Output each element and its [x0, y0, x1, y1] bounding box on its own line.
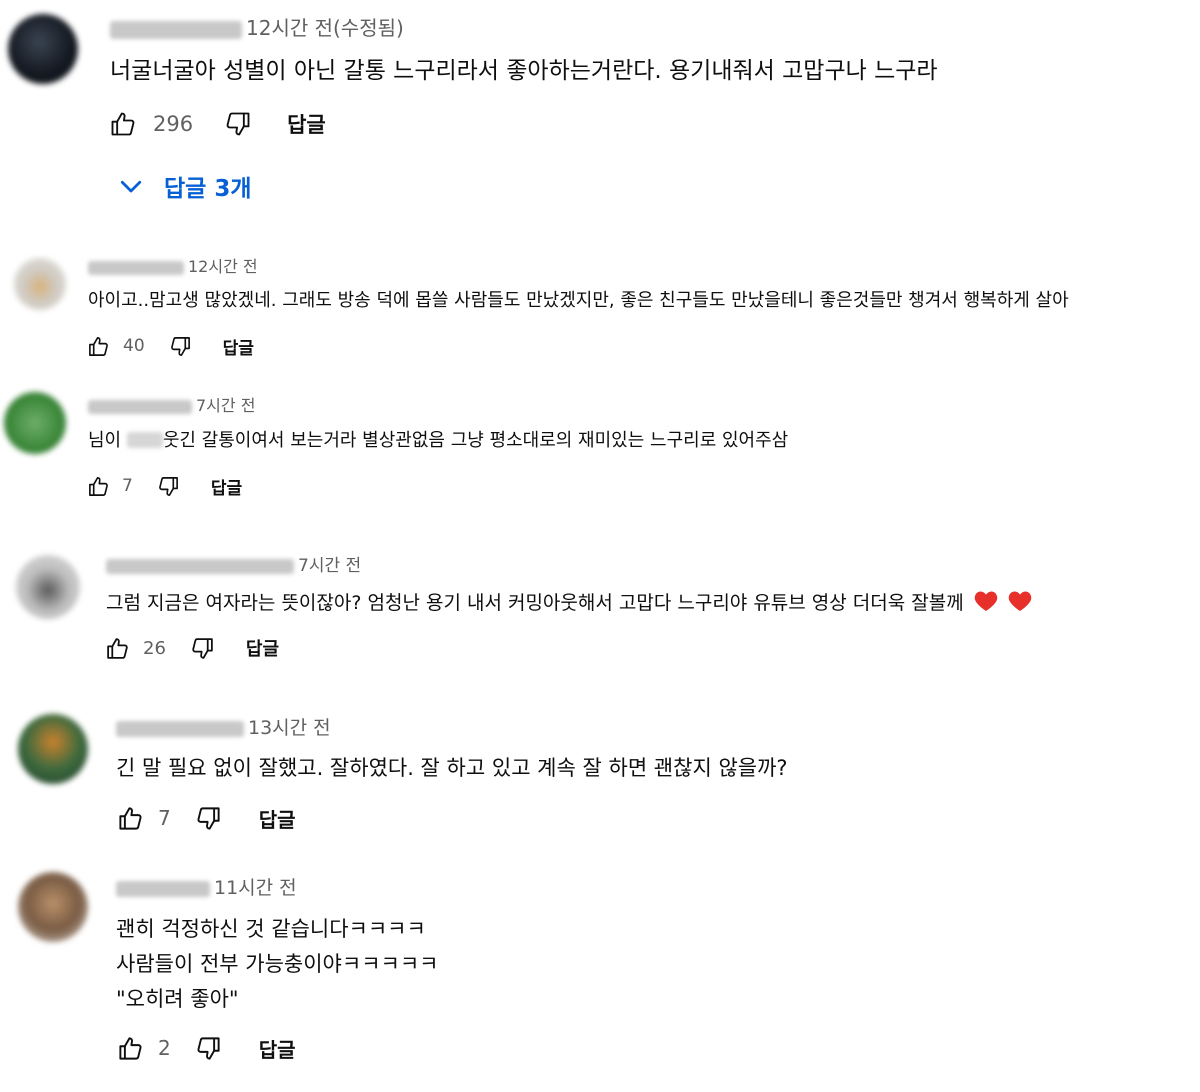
comment-meta: 13시간 전: [116, 714, 331, 742]
avatar[interactable]: [18, 872, 88, 942]
comment-text: 괜히 걱정하신 것 같습니다ㅋㅋㅋㅋ 사람들이 전부 가능충이야ㅋㅋㅋㅋㅋ "오…: [116, 912, 438, 1017]
comment-line: 아이고..맘고생 많았겠네. 그래도 방송 덕에 몹쓸 사람들도 만났겠지만, …: [88, 290, 1069, 311]
comment-meta: 7시간 전: [106, 553, 361, 579]
avatar[interactable]: [4, 392, 66, 454]
comment-actions: 26 답글: [104, 633, 279, 663]
thumbs-up-icon[interactable]: [86, 335, 110, 358]
reply-button[interactable]: 답글: [287, 109, 326, 139]
heart-icon: [1008, 590, 1032, 621]
reply-button[interactable]: 답글: [211, 474, 242, 499]
comment-line: 너굴너굴아 성별이 아닌 갈통 느구리라서 좋아하는거란다. 용기내줘서 고맙구…: [110, 58, 938, 84]
avatar[interactable]: [16, 555, 80, 619]
timestamp[interactable]: 12시간 전: [188, 257, 258, 276]
comment-line: 사람들이 전부 가능충이야ㅋㅋㅋㅋㅋ: [116, 952, 439, 976]
thumbs-down-icon[interactable]: [157, 475, 181, 498]
reply-button[interactable]: 답글: [259, 1034, 296, 1063]
thumbs-up-icon[interactable]: [104, 636, 130, 661]
thumbs-up-icon[interactable]: [116, 1035, 144, 1062]
thumbs-down-icon[interactable]: [195, 805, 223, 832]
avatar[interactable]: [14, 258, 66, 310]
author-name[interactable]: [116, 880, 210, 897]
thumbs-down-icon[interactable]: [195, 1035, 223, 1062]
author-name[interactable]: [106, 558, 294, 574]
comment-line: "오히려 좋아": [116, 987, 239, 1011]
view-replies-button[interactable]: 답글 3개: [116, 168, 252, 204]
comment-text-part: 님이: [88, 430, 127, 451]
redacted-word: [126, 432, 163, 448]
comment-meta: 12시간 전(수정됨): [110, 14, 404, 42]
timestamp[interactable]: 11시간 전: [214, 877, 297, 899]
comment-text: 그럼 지금은 여자라는 뜻이잖아? 엄청난 용기 내서 커밍아웃해서 고맙다 느…: [106, 588, 1032, 621]
comment-meta: 12시간 전: [88, 255, 258, 279]
comment-actions: 2 답글: [116, 1031, 296, 1065]
comment-text-part: 웃긴 갈통이여서 보는거라 별상관없음 그냥 평소대로의 재미있는 느구리로 있…: [162, 430, 789, 451]
comment-line: 괜히 걱정하신 것 같습니다ㅋㅋㅋㅋ: [116, 917, 426, 941]
avatar[interactable]: [18, 714, 88, 784]
comment-actions: 7 답글: [116, 801, 296, 835]
like-count: 40: [123, 336, 145, 356]
reply-button[interactable]: 답글: [259, 804, 296, 833]
avatar[interactable]: [8, 14, 78, 84]
comment-text: 님이 웃긴 갈통이여서 보는거라 별상관없음 그냥 평소대로의 재미있는 느구리…: [88, 427, 788, 455]
author-name[interactable]: [110, 20, 242, 39]
comment-line: 긴 말 필요 없이 잘했고. 잘하였다. 잘 하고 있고 계속 잘 하면 괜찮지…: [116, 756, 788, 780]
author-name[interactable]: [88, 399, 192, 414]
comment-actions: 7 답글: [86, 471, 242, 501]
comment-actions: 296 답글: [108, 106, 326, 142]
like-count: 7: [122, 476, 133, 496]
comment-meta: 7시간 전: [88, 394, 255, 418]
timestamp[interactable]: 13시간 전: [248, 717, 331, 739]
thumbs-up-icon[interactable]: [86, 475, 110, 498]
timestamp[interactable]: 7시간 전: [298, 556, 361, 576]
thumbs-up-icon[interactable]: [108, 110, 138, 138]
author-name[interactable]: [88, 260, 184, 275]
author-name[interactable]: [116, 720, 244, 737]
chevron-down-icon: [116, 171, 146, 201]
comment-text: 아이고..맘고생 많았겠네. 그래도 방송 덕에 몹쓸 사람들도 만났겠지만, …: [88, 287, 1069, 315]
comment-text: 너굴너굴아 성별이 아닌 갈통 느구리라서 좋아하는거란다. 용기내줘서 고맙구…: [110, 55, 938, 87]
view-replies-label[interactable]: 답글 3개: [164, 169, 252, 203]
like-count: 296: [153, 112, 194, 136]
heart-icon: [974, 590, 998, 621]
timestamp[interactable]: 12시간 전(수정됨): [246, 16, 404, 40]
comment-actions: 40 답글: [86, 331, 254, 361]
thumbs-down-icon[interactable]: [190, 636, 216, 661]
thumbs-up-icon[interactable]: [116, 805, 144, 832]
thumbs-down-icon[interactable]: [223, 110, 253, 138]
like-count: 2: [158, 1036, 171, 1060]
comment-meta: 11시간 전: [116, 874, 297, 902]
thumbs-down-icon[interactable]: [169, 335, 193, 358]
comment-text: 긴 말 필요 없이 잘했고. 잘하였다. 잘 하고 있고 계속 잘 하면 괜찮지…: [116, 752, 788, 784]
reply-button[interactable]: 답글: [223, 334, 254, 359]
like-count: 7: [158, 806, 171, 830]
comment-line: 그럼 지금은 여자라는 뜻이잖아? 엄청난 용기 내서 커밍아웃해서 고맙다 느…: [106, 592, 964, 614]
reply-button[interactable]: 답글: [246, 635, 279, 661]
timestamp[interactable]: 7시간 전: [196, 396, 255, 415]
like-count: 26: [143, 637, 166, 659]
